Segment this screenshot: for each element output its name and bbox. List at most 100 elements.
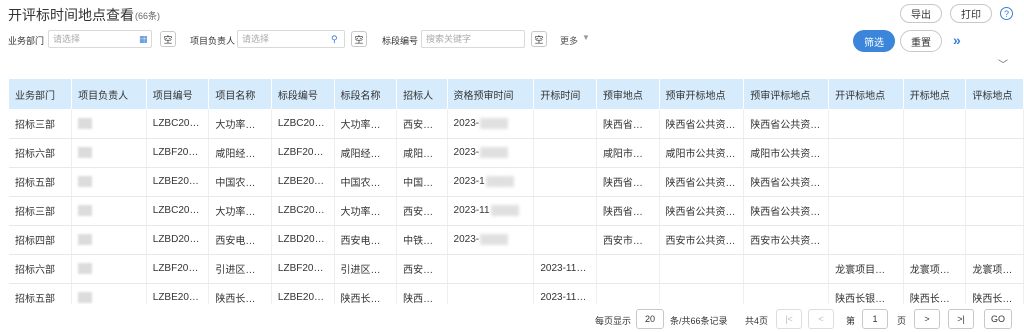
reset-button[interactable]: 重置 xyxy=(900,30,942,52)
cell-text: LZBC20… xyxy=(152,205,200,216)
table-cell xyxy=(903,167,967,197)
cell-text: 西安电… xyxy=(340,236,381,247)
dept-empty-button[interactable]: 空 xyxy=(160,31,176,47)
table-cell: 陕西长银… xyxy=(828,283,904,304)
table-cell xyxy=(533,138,597,168)
help-icon[interactable]: ? xyxy=(1000,7,1013,20)
cell-text: 招标五部 xyxy=(15,178,55,189)
table-cell xyxy=(828,138,904,168)
cell-text: 2023- xyxy=(453,147,480,159)
print-button[interactable]: 打印 xyxy=(950,4,992,23)
column-header[interactable]: 预审地点 xyxy=(596,79,660,109)
column-header[interactable]: 标段编号 xyxy=(271,79,335,109)
chevron-down-icon[interactable]: ﹀ xyxy=(998,56,1008,71)
go-button[interactable]: GO xyxy=(984,309,1012,329)
table-cell: 中铁… xyxy=(396,225,448,255)
page-number-input[interactable]: 1 xyxy=(862,309,888,329)
table-cell xyxy=(71,254,147,284)
column-header[interactable]: 项目编号 xyxy=(146,79,210,109)
column-header[interactable]: 评标地点 xyxy=(965,79,1024,109)
table-cell: 咸阳市公共资… xyxy=(743,138,830,168)
prev-page-button[interactable]: < xyxy=(808,309,834,329)
cell-text: 引进区… xyxy=(340,265,381,276)
table-row[interactable]: 招标六部 LZBF20… 引进区… LZBF20… 引进区… 西安… 2023-11… 龙寰项… xyxy=(9,254,1024,284)
cell-text: LZBF20… xyxy=(277,147,324,158)
table-cell: 西安… xyxy=(396,196,448,226)
table-cell: LZBC20… xyxy=(146,109,210,139)
table-cell: 陕西省公共资… xyxy=(743,196,830,226)
column-header[interactable]: 开标地点 xyxy=(903,79,967,109)
table-cell: 陕西省公共资… xyxy=(743,109,830,139)
column-header[interactable]: 招标人 xyxy=(396,79,448,109)
table-row[interactable]: 招标五部 LZBE20… 中国农… LZBE20… 中国农… 中国… 2023-1 陕西省… 陕… xyxy=(9,167,1024,197)
table-cell: 西安电… xyxy=(334,225,398,255)
column-header[interactable]: 开标时间 xyxy=(533,79,597,109)
column-header[interactable]: 项目负责人 xyxy=(71,79,147,109)
table-cell: 咸阳经… xyxy=(334,138,398,168)
table-cell: 招标五部 xyxy=(9,167,73,197)
redacted-name xyxy=(78,233,93,245)
double-chevron-right-icon[interactable]: » xyxy=(953,32,961,48)
redacted-date xyxy=(480,117,509,129)
owner-select[interactable] xyxy=(237,30,345,48)
first-page-button[interactable]: |< xyxy=(776,309,802,329)
table-cell: 2023-11… xyxy=(533,254,597,284)
records-label: 条/共66条记录 xyxy=(670,316,728,326)
per-page-input[interactable]: 20 xyxy=(636,309,664,329)
next-page-button[interactable]: > xyxy=(914,309,940,329)
person-icon: ⚲ xyxy=(331,34,338,44)
redacted-name xyxy=(78,291,93,303)
calendar-icon: ▦ xyxy=(139,34,148,44)
table-row[interactable]: 招标三部 LZBC20… 大功率… LZBC20… 大功率… 西安… 2023-11 陕西省…… xyxy=(9,196,1024,226)
section-search-input[interactable] xyxy=(421,30,525,48)
page-suffix: 页 xyxy=(897,316,907,326)
table-cell xyxy=(533,225,597,255)
column-header[interactable]: 项目名称 xyxy=(208,79,272,109)
total-pages-label: 共4页 xyxy=(745,316,769,326)
export-button[interactable]: 导出 xyxy=(900,4,942,23)
table-row[interactable]: 招标六部 LZBF20… 咸阳经… LZBF20… 咸阳经… 咸阳… 2023- 咸阳市… 咸阳… xyxy=(9,138,1024,168)
last-page-button[interactable]: >| xyxy=(948,309,974,329)
table-cell xyxy=(71,167,147,197)
cell-text: 2023-11 xyxy=(453,205,490,217)
table-row[interactable]: 招标三部 LZBC20… 大功率… LZBC20… 大功率… 西安… 2023- 陕西省… 陕西… xyxy=(9,109,1024,139)
section-empty-button[interactable]: 空 xyxy=(531,31,547,47)
table-cell: 陕西长… xyxy=(334,283,398,304)
table-row[interactable]: 招标四部 LZBD20… 西安电… LZBD20… 西安电… 中铁… 2023- 西安市… 西安… xyxy=(9,225,1024,255)
cell-text: 咸阳市公共资… xyxy=(665,149,736,160)
cell-text: 陕西省公共资… xyxy=(665,207,736,218)
cell-text: 2023-11… xyxy=(540,263,587,274)
column-header[interactable]: 标段名称 xyxy=(334,79,398,109)
table-row[interactable]: 招标五部 LZBE20… 陕西长… LZBE20… 陕西长… 陕西… 2023-11… 陕西长… xyxy=(9,283,1024,304)
cell-text: 2023- xyxy=(453,234,480,246)
table-cell: LZBC20… xyxy=(271,109,335,139)
cell-text: 中国… xyxy=(403,178,434,189)
page-header: 开评标时间地点查看 (66条) 导出 打印 ? xyxy=(0,0,1024,26)
column-header[interactable]: 预审开标地点 xyxy=(659,79,745,109)
table-cell xyxy=(71,138,147,168)
table-cell: 龙寰项… xyxy=(903,254,967,284)
table-cell xyxy=(71,225,147,255)
cell-text: LZBF20… xyxy=(152,147,199,158)
table-cell: 陕西省… xyxy=(596,109,660,139)
table-cell xyxy=(743,254,830,284)
column-header[interactable]: 资格预审时间 xyxy=(447,79,535,109)
table-cell: 西安… xyxy=(396,109,448,139)
table-cell: 陕西省公共资… xyxy=(659,167,745,197)
table-cell: LZBD20… xyxy=(271,225,335,255)
column-header[interactable]: 预审评标地点 xyxy=(743,79,830,109)
table-cell: 西安市公共资… xyxy=(743,225,830,255)
column-header[interactable]: 业务部门 xyxy=(9,79,73,109)
table-cell: 招标三部 xyxy=(9,109,73,139)
table-cell xyxy=(71,109,147,139)
cell-text: 中国农… xyxy=(215,178,256,189)
more-filters-link[interactable]: 更多 xyxy=(560,34,578,47)
column-header[interactable]: 开评标地点 xyxy=(828,79,904,109)
cell-text: 咸阳市… xyxy=(602,149,643,160)
filter-button[interactable]: 筛选 xyxy=(853,30,895,52)
table-cell: 2023- xyxy=(447,138,535,168)
dept-select[interactable] xyxy=(48,30,152,48)
cell-text: LZBE20… xyxy=(277,176,325,187)
cell-text: 大功率… xyxy=(215,119,256,131)
owner-empty-button[interactable]: 空 xyxy=(351,31,367,47)
